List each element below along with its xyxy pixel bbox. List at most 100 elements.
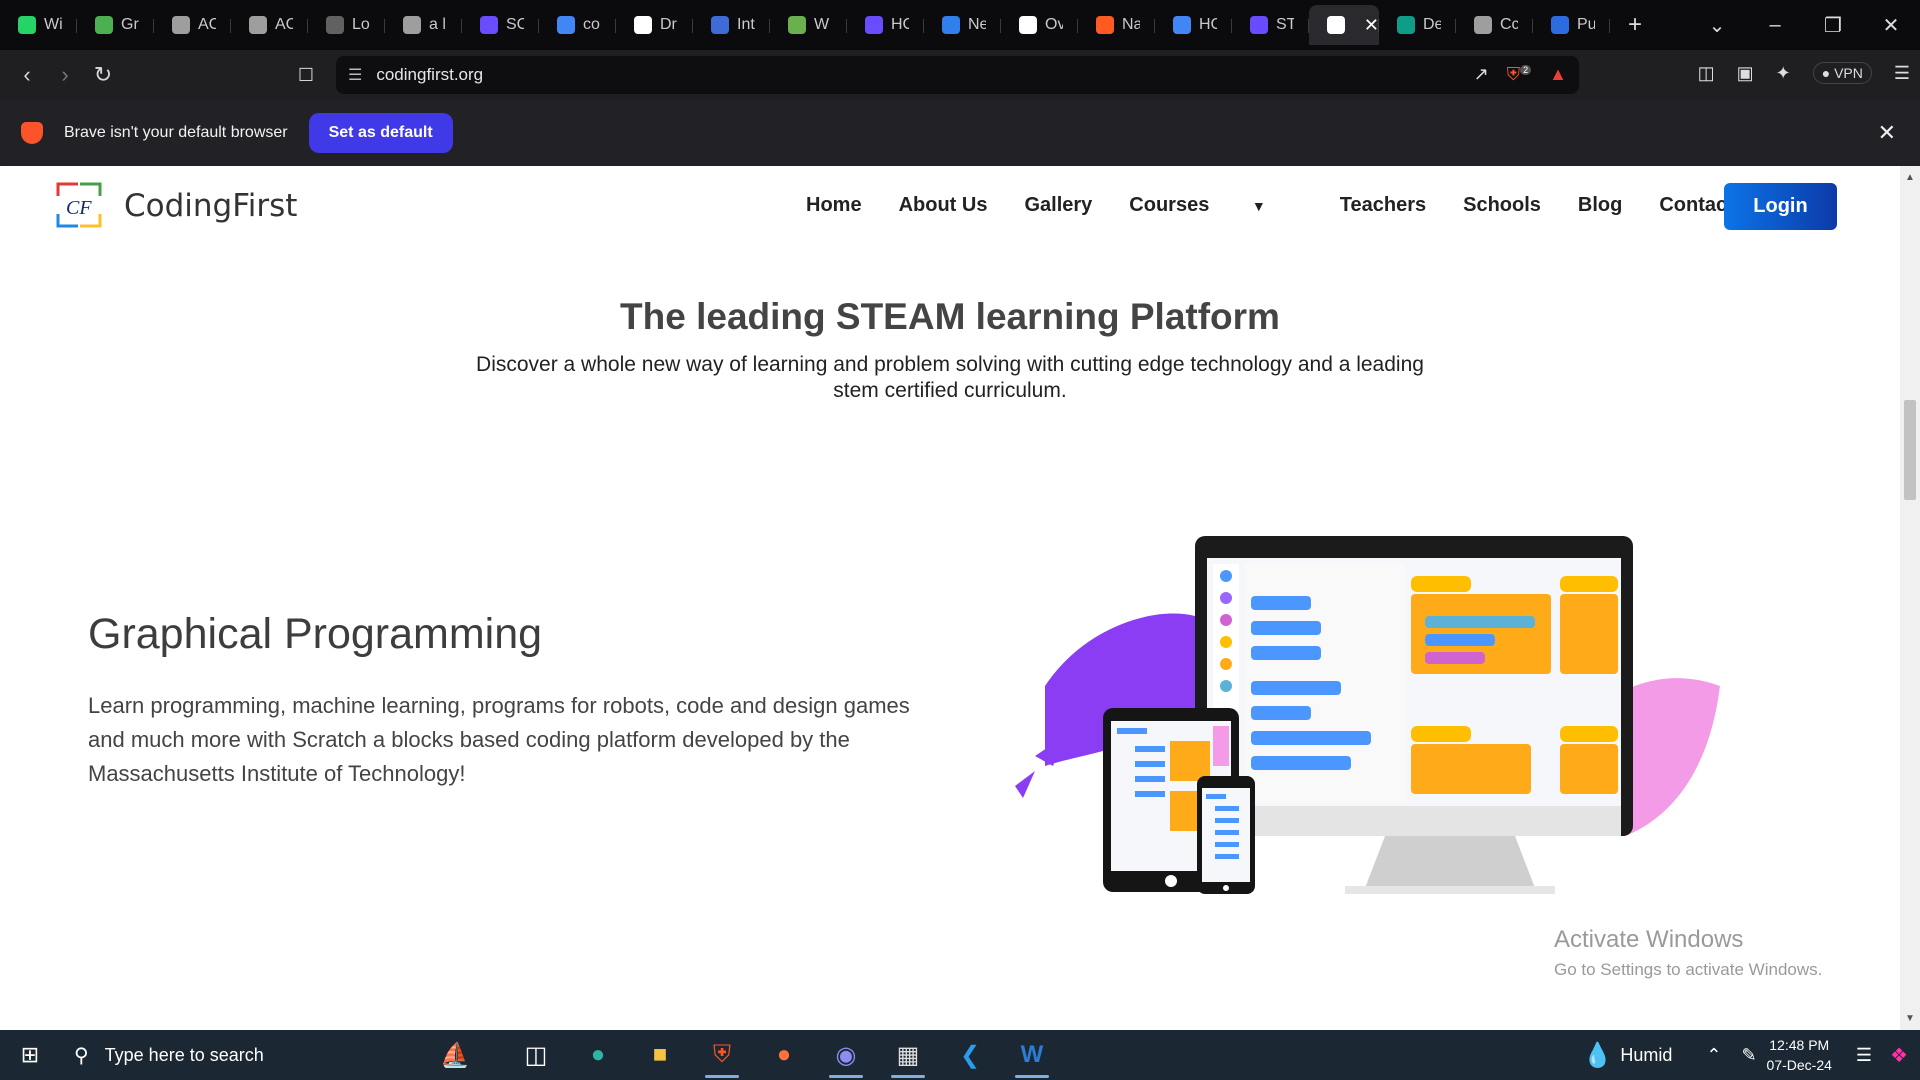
edge-icon[interactable]: ●	[567, 1030, 629, 1080]
brave-taskbar-icon[interactable]: ⛨	[691, 1030, 753, 1080]
browser-tab[interactable]: HC	[847, 5, 924, 45]
site-settings-icon[interactable]: ☰	[348, 65, 362, 85]
browser-tab[interactable]: AC	[231, 5, 308, 45]
browser-tab[interactable]: Ov	[1001, 5, 1078, 45]
watermark-title: Activate Windows	[1554, 926, 1744, 953]
browser-tab[interactable]: HC	[1155, 5, 1232, 45]
nav-schools[interactable]: Schools	[1463, 194, 1541, 217]
nav-courses[interactable]: Courses ▼	[1129, 194, 1302, 217]
browser-tab[interactable]: SC	[462, 5, 539, 45]
file-explorer-icon[interactable]: ■	[629, 1030, 691, 1080]
browser-tab[interactable]: Gr	[77, 5, 154, 45]
search-icon: ⚲	[74, 1044, 89, 1067]
restore-icon[interactable]: ❐	[1804, 13, 1862, 38]
url-text[interactable]: codingfirst.org	[376, 65, 483, 85]
browser-tab[interactable]: a l	[385, 5, 462, 45]
nav-about-us[interactable]: About Us	[899, 194, 988, 217]
leo-ai-icon[interactable]: ✦	[1776, 63, 1791, 84]
bookmark-icon[interactable]: ☐	[287, 65, 325, 86]
tab-title: HC	[891, 16, 909, 33]
watermark-subtitle: Go to Settings to activate Windows.	[1554, 960, 1823, 979]
chevron-up-icon[interactable]: ⌃	[1706, 1045, 1721, 1066]
caret-down-icon: ▼	[1251, 198, 1266, 214]
svg-text:CF: CF	[66, 197, 92, 219]
doc-icon	[557, 16, 575, 34]
tab-title: AC	[275, 16, 293, 33]
word-icon[interactable]: W	[1001, 1030, 1063, 1080]
browser-tab[interactable]: Cc	[1456, 5, 1533, 45]
main-menu: Home About Us Gallery Courses ▼ Teachers…	[806, 194, 1802, 217]
page-scrollbar[interactable]: ▲ ▼	[1900, 166, 1920, 1030]
firefox-icon[interactable]: ●	[753, 1030, 815, 1080]
tab-title: De	[1423, 16, 1441, 33]
close-tab-icon[interactable]: ✕	[1364, 15, 1379, 36]
windows-start-icon[interactable]: ⊞	[0, 1042, 60, 1068]
scrollbar-thumb[interactable]	[1904, 400, 1916, 500]
wallet-icon[interactable]: ▣	[1737, 63, 1754, 84]
browser-tab[interactable]: Na	[1078, 5, 1155, 45]
reload-icon[interactable]: ↻	[84, 62, 122, 88]
list-icon	[480, 16, 498, 34]
browser-tab[interactable]: ST	[1232, 5, 1309, 45]
browser-tab[interactable]: W	[770, 5, 847, 45]
scroll-up-icon[interactable]: ▲	[1905, 172, 1915, 183]
tab-title: a l	[429, 16, 446, 33]
browser-tab[interactable]: Wi	[0, 5, 77, 45]
browser-tab[interactable]: Ne	[924, 5, 1001, 45]
brave-rewards-icon[interactable]: ▲	[1549, 64, 1567, 85]
github-icon	[634, 16, 652, 34]
close-infobar-icon[interactable]: ✕	[1878, 120, 1896, 146]
browser-tab[interactable]: Int	[693, 5, 770, 45]
nav-home[interactable]: Home	[806, 194, 862, 217]
task-view-icon[interactable]: ◫	[505, 1030, 567, 1080]
clock[interactable]: 12:48 PM 07-Dec-24	[1767, 1035, 1832, 1075]
browser-tab[interactable]: AC	[154, 5, 231, 45]
share-icon[interactable]: ↗	[1474, 64, 1489, 85]
ship-widget-icon[interactable]: ⛵	[405, 1030, 505, 1080]
browser-tab[interactable]: Pu	[1533, 5, 1610, 45]
browser-tab[interactable]: ✕	[1309, 5, 1379, 45]
brand-name[interactable]: CodingFirst	[124, 188, 297, 224]
weather-widget[interactable]: 💧 Humid	[1582, 1041, 1672, 1070]
nav-gallery[interactable]: Gallery	[1024, 194, 1092, 217]
default-browser-infobar: Brave isn't your default browser Set as …	[0, 100, 1920, 166]
minimize-icon[interactable]: –	[1746, 14, 1804, 37]
notification-icon[interactable]: ☰	[1856, 1045, 1872, 1066]
search-placeholder: Type here to search	[104, 1044, 264, 1065]
doc-icon	[1173, 16, 1191, 34]
brave-shields-icon[interactable]: ⛨ 2	[1507, 64, 1532, 85]
browser-tab[interactable]: co	[539, 5, 616, 45]
menu-icon[interactable]: ☰	[1894, 63, 1910, 84]
site-header: CF CodingFirst Home About Us Gallery Cou…	[0, 166, 1900, 246]
browser-tab[interactable]: De	[1379, 5, 1456, 45]
vscode-icon[interactable]: ❮	[939, 1030, 1001, 1080]
nav-blog[interactable]: Blog	[1578, 194, 1622, 217]
leaf-icon	[95, 16, 113, 34]
browser-tab[interactable]: Dr	[616, 5, 693, 45]
codingfirst-logo[interactable]: CF	[56, 182, 102, 228]
vpn-button[interactable]: ● VPN	[1812, 62, 1872, 84]
login-button[interactable]: Login	[1724, 183, 1837, 230]
browser-tab[interactable]: Lo	[308, 5, 385, 45]
close-window-icon[interactable]: ✕	[1862, 13, 1920, 38]
pen-icon[interactable]: ✎	[1741, 1045, 1756, 1066]
copilot-icon[interactable]: ❖	[1890, 1043, 1908, 1068]
section-title: Graphical Programming	[88, 610, 543, 658]
terminal-icon[interactable]: ▦	[877, 1030, 939, 1080]
nav-teachers[interactable]: Teachers	[1340, 194, 1426, 217]
new-tab-icon[interactable]: +	[1628, 11, 1642, 39]
set-as-default-button[interactable]: Set as default	[308, 113, 453, 153]
navigation-bar: ‹ › ↻ ☐ ☰ codingfirst.org ↗ ⛨ 2 ▲ ◫ ▣ ✦ ●…	[0, 50, 1920, 100]
address-bar[interactable]: ☰ codingfirst.org ↗ ⛨ 2 ▲	[336, 56, 1579, 94]
scroll-down-icon[interactable]: ▼	[1905, 1013, 1915, 1024]
discord-icon[interactable]: ◉	[815, 1030, 877, 1080]
sidebar-icon[interactable]: ◫	[1698, 63, 1715, 84]
globe-icon	[942, 16, 960, 34]
tab-title: Cc	[1500, 16, 1518, 33]
activate-windows-watermark: Activate Windows Go to Settings to activ…	[1554, 926, 1822, 980]
forward-icon[interactable]: ›	[46, 62, 84, 88]
taskbar-search[interactable]: ⚲ Type here to search	[60, 1030, 405, 1080]
tab-title: Pu	[1577, 16, 1595, 33]
back-icon[interactable]: ‹	[8, 62, 46, 88]
tab-list-icon[interactable]: ⌄	[1688, 13, 1746, 38]
